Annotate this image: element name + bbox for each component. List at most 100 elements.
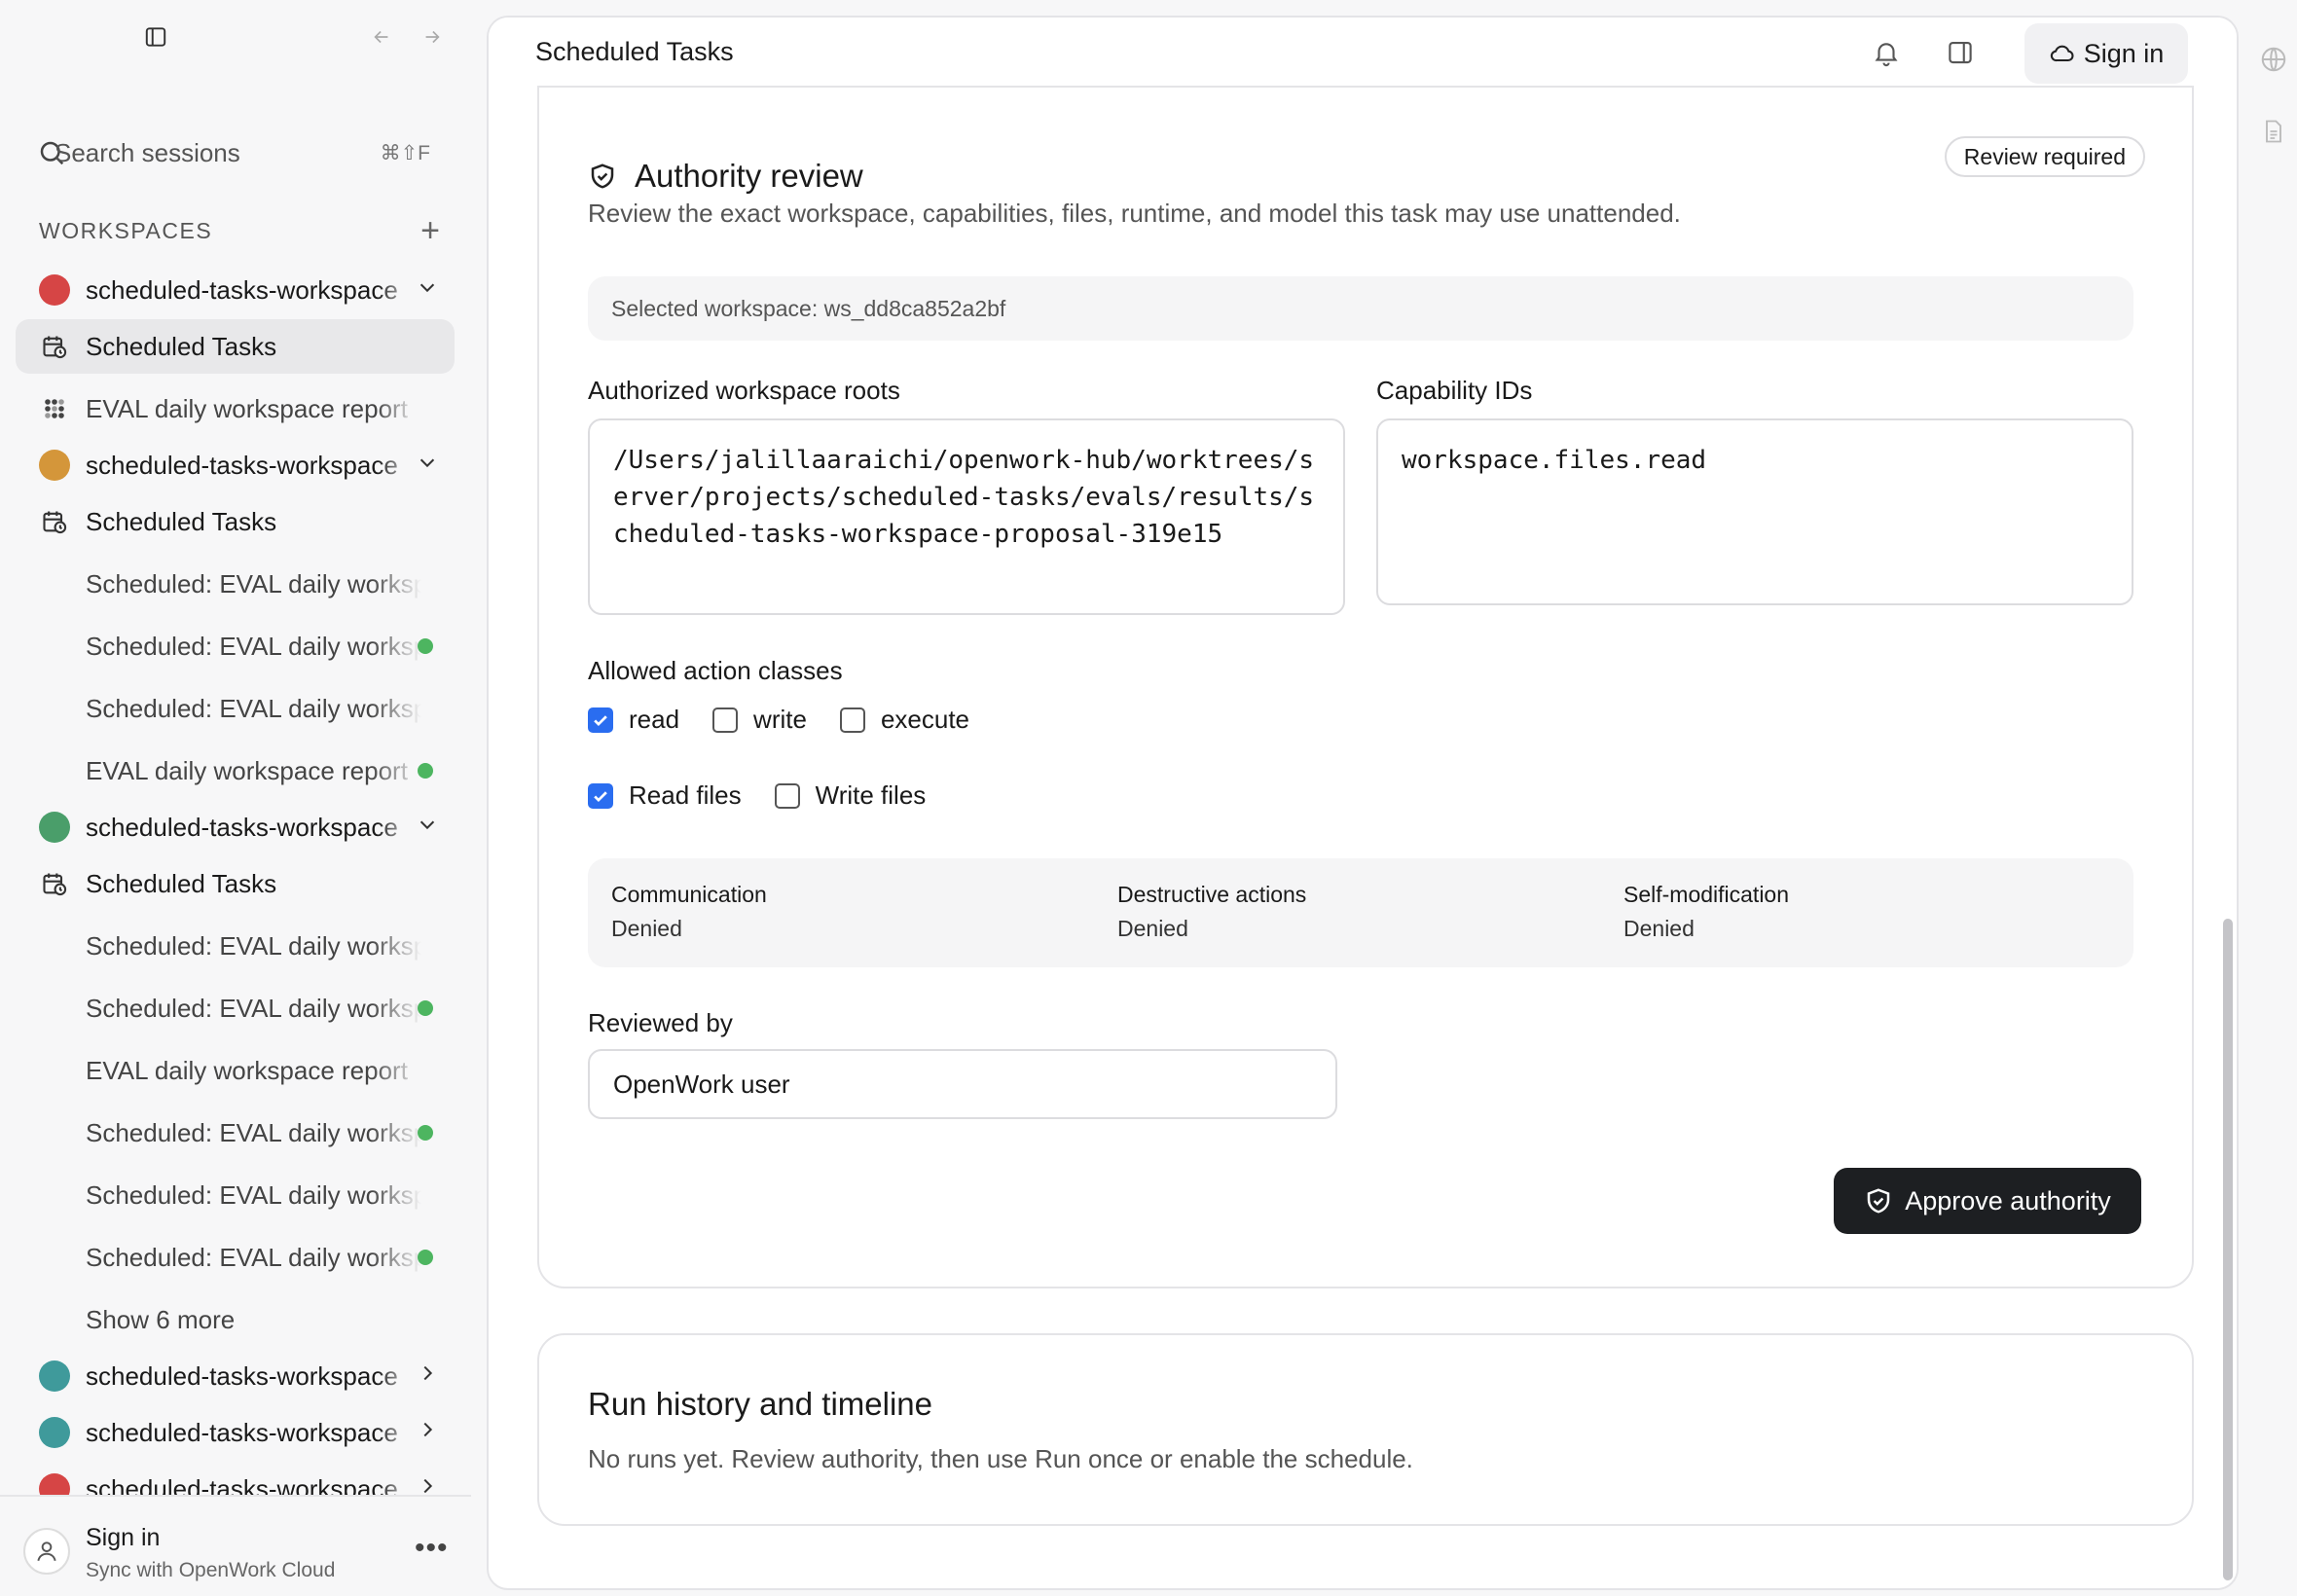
denied-item-value: Denied <box>1623 916 1695 941</box>
roots-label: Authorized workspace roots <box>588 376 900 405</box>
item-label: Scheduled: EVAL daily workspace <box>86 1242 421 1272</box>
scrollbar[interactable] <box>2221 919 2235 1588</box>
sidebar-toolbar <box>0 18 471 56</box>
denied-capabilities: Communication Denied Destructive actions De… <box>588 858 2133 967</box>
session-item[interactable]: Scheduled: EVAL daily workspace <box>16 557 455 611</box>
denied-item: Destructive actions Denied <box>1117 882 1306 942</box>
workspace-item[interactable]: scheduled-tasks-workspace <box>16 1349 455 1403</box>
history-description: No runs yet. Review authority, then use … <box>588 1444 1413 1473</box>
item-label: Scheduled: EVAL daily workspace <box>86 693 421 723</box>
search-sessions[interactable]: Search sessions ⌘⇧F <box>37 128 436 177</box>
scheduled-tasks-item[interactable]: Scheduled Tasks <box>16 856 455 911</box>
checkbox-write[interactable]: write <box>712 705 807 735</box>
history-title: Run history and timeline <box>588 1386 933 1422</box>
item-label: scheduled-tasks-workspace <box>86 812 398 842</box>
authority-title: Authority review <box>635 158 863 194</box>
session-item[interactable]: EVAL daily workspace report <box>16 744 455 798</box>
item-label: Scheduled Tasks <box>86 868 277 898</box>
back-arrow-icon[interactable] <box>362 18 401 56</box>
app-grid-icon <box>39 393 70 424</box>
session-item[interactable]: Scheduled: EVAL daily workspace <box>16 1230 455 1285</box>
sidebar-footer[interactable]: Sign in Sync with OpenWork Cloud ••• <box>0 1495 471 1596</box>
add-workspace-icon[interactable]: + <box>420 214 440 247</box>
checkbox-empty-icon[interactable] <box>774 782 800 809</box>
forward-arrow-icon[interactable] <box>413 18 452 56</box>
session-item[interactable]: EVAL daily workspace report <box>16 381 455 436</box>
item-label: Scheduled Tasks <box>86 331 277 361</box>
checkbox-read-files[interactable]: Read files <box>588 780 742 811</box>
top-header: Scheduled Tasks Sign in <box>489 18 2237 88</box>
item-label: Scheduled: EVAL daily workspace <box>86 930 421 961</box>
workspace-item[interactable]: scheduled-tasks-workspace <box>16 800 455 854</box>
checkbox-label: Write files <box>815 780 927 810</box>
checkbox-checked-icon[interactable] <box>588 782 613 809</box>
calendar-clock-icon <box>39 331 70 362</box>
checkbox-empty-icon[interactable] <box>712 707 739 733</box>
item-label: scheduled-tasks-workspace <box>86 274 398 305</box>
run-history-card: Run history and timeline No runs yet. Re… <box>537 1333 2194 1526</box>
item-label: scheduled-tasks-workspace <box>86 1360 398 1391</box>
chevron-down-icon[interactable] <box>417 452 438 480</box>
workspace-item[interactable]: scheduled-tasks-workspace <box>16 1405 455 1460</box>
checkbox-checked-icon[interactable] <box>588 707 613 733</box>
session-item[interactable]: Scheduled: EVAL daily workspace <box>16 681 455 736</box>
status-dot <box>418 1000 433 1016</box>
more-options-icon[interactable]: ••• <box>415 1532 449 1565</box>
item-label: Scheduled: EVAL daily workspace <box>86 568 421 598</box>
chevron-right-icon[interactable] <box>417 1362 438 1391</box>
workspace-color-dot <box>39 274 70 306</box>
sidebar: Search sessions ⌘⇧F WORKSPACES + schedul… <box>0 0 471 1596</box>
item-label: Scheduled: EVAL daily workspace <box>86 993 421 1023</box>
shield-check-icon <box>1867 1188 1890 1214</box>
status-dot <box>418 763 433 779</box>
show-more-link[interactable]: Show 6 more <box>16 1292 455 1347</box>
approve-authority-button[interactable]: Approve authority <box>1834 1168 2141 1234</box>
scrollbar-thumb[interactable] <box>2223 919 2233 1580</box>
workspace-color-dot <box>39 450 70 481</box>
chevron-down-icon[interactable] <box>417 276 438 305</box>
session-item[interactable]: Scheduled: EVAL daily workspace <box>16 619 455 673</box>
search-label: Search sessions <box>55 137 240 167</box>
footer-sign-in[interactable]: Sign in <box>86 1524 160 1552</box>
shield-check-icon <box>591 163 614 189</box>
chevron-right-icon[interactable] <box>417 1419 438 1447</box>
footer-subtitle: Sync with OpenWork Cloud <box>86 1559 336 1581</box>
status-dot <box>418 638 433 654</box>
scheduled-tasks-item[interactable]: Scheduled Tasks <box>16 494 455 549</box>
checkbox-label: read <box>629 705 680 734</box>
capability-textarea[interactable]: workspace.files.read <box>1376 418 2133 605</box>
session-item[interactable]: Scheduled: EVAL daily workspace <box>16 981 455 1035</box>
checkbox-execute[interactable]: execute <box>839 705 969 735</box>
sidebar-toggle-icon[interactable] <box>136 18 175 56</box>
workspace-item[interactable]: scheduled-tasks-workspace <box>16 263 455 317</box>
session-item[interactable]: Scheduled: EVAL daily workspace <box>16 1168 455 1222</box>
selected-workspace: Selected workspace: ws_dd8ca852a2bf <box>588 276 2133 341</box>
document-icon[interactable] <box>2254 117 2293 146</box>
roots-textarea[interactable]: /Users/jalillaaraichi/openwork-hub/workt… <box>588 418 1345 615</box>
item-label: scheduled-tasks-workspace <box>86 1417 398 1447</box>
scheduled-tasks-item[interactable]: Scheduled Tasks <box>16 319 455 374</box>
session-item[interactable]: EVAL daily workspace report <box>16 1043 455 1098</box>
panel-toggle-icon[interactable] <box>1941 33 1980 72</box>
page-title: Scheduled Tasks <box>535 37 734 66</box>
item-label: Scheduled: EVAL daily workspace <box>86 631 421 661</box>
reviewed-by-label: Reviewed by <box>588 1008 733 1037</box>
reviewed-by-input[interactable]: OpenWork user <box>588 1049 1337 1119</box>
item-label: EVAL daily workspace report <box>86 1055 408 1085</box>
denied-item: Self-modification Denied <box>1623 882 1789 942</box>
checkbox-empty-icon[interactable] <box>839 707 865 733</box>
item-label: Show 6 more <box>86 1304 236 1334</box>
session-item[interactable]: Scheduled: EVAL daily workspace <box>16 919 455 973</box>
item-label: EVAL daily workspace report <box>86 393 408 423</box>
authority-title-row: Authority review <box>588 158 863 195</box>
globe-icon[interactable] <box>2254 45 2293 74</box>
item-label: Scheduled: EVAL daily workspace <box>86 1117 421 1147</box>
bell-icon[interactable] <box>1867 33 1906 72</box>
workspace-item[interactable]: scheduled-tasks-workspace <box>16 438 455 492</box>
chevron-down-icon[interactable] <box>417 814 438 842</box>
header-sign-in-button[interactable]: Sign in <box>2024 23 2188 84</box>
item-label: EVAL daily workspace report <box>86 755 408 785</box>
checkbox-write-files[interactable]: Write files <box>774 780 927 811</box>
session-item[interactable]: Scheduled: EVAL daily workspace <box>16 1106 455 1160</box>
checkbox-read[interactable]: read <box>588 705 679 735</box>
